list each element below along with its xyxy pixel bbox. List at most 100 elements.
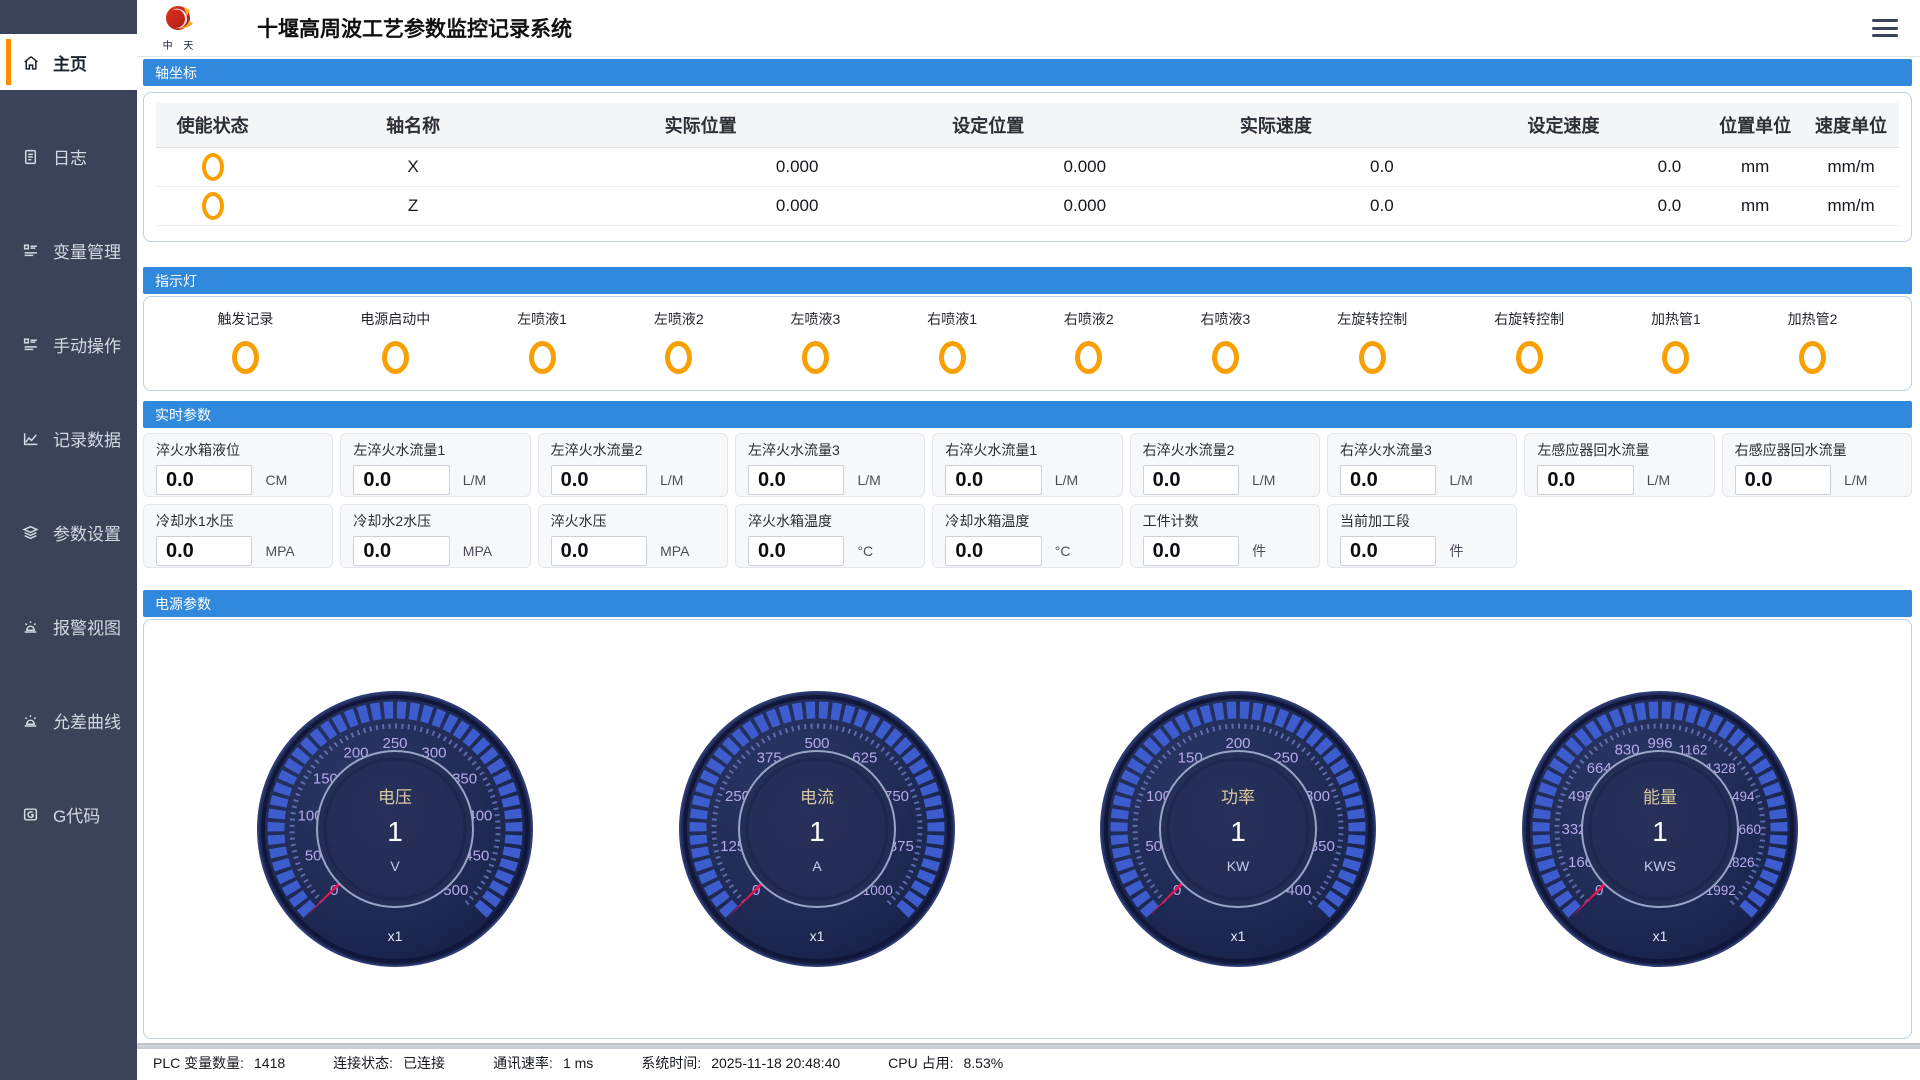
chart-line-icon: [20, 428, 40, 448]
gauge-multiplier: x1: [1653, 928, 1668, 944]
gauge-value: 1: [1652, 816, 1668, 847]
sidebar-item-label: 参数设置: [53, 520, 121, 545]
top-header: 中 天 十堰高周波工艺参数监控记录系统: [137, 0, 1920, 57]
param-value-input[interactable]: [551, 536, 647, 566]
page-title: 十堰高周波工艺参数监控记录系统: [257, 13, 572, 43]
param-value-input[interactable]: [1735, 465, 1831, 495]
param-value-input[interactable]: [1340, 536, 1436, 566]
param-value-input[interactable]: [748, 536, 844, 566]
sidebar-item-params[interactable]: 参数设置: [0, 504, 137, 560]
indicator-item: 右喷液3: [1201, 307, 1251, 384]
status-item-connection: 连接状态:已连接: [333, 1053, 445, 1073]
app-window: 主页日志变量管理手动操作记录数据参数设置报警视图允差曲线 G代码: [0, 0, 1920, 1080]
gauge-multiplier: x1: [1231, 928, 1246, 944]
param-unit: °C: [1055, 543, 1071, 559]
sidebar-item-tolerance[interactable]: 允差曲线: [0, 692, 137, 748]
axis-col-header: 位置单位: [1707, 103, 1803, 147]
hamburger-menu-icon[interactable]: [1872, 18, 1898, 38]
sidebar-item-label: 变量管理: [53, 238, 121, 263]
param-unit: 件: [1252, 541, 1266, 561]
indicator-label: 触发记录: [217, 309, 273, 329]
sidebar-item-alarms[interactable]: 报警视图: [0, 598, 137, 654]
param-value-input[interactable]: [1340, 465, 1436, 495]
gauge-container-power: 050100150200250300350400功率1KWx1: [1095, 686, 1381, 972]
svg-text:996: 996: [1648, 735, 1673, 752]
status-item-cpu: CPU 占用:8.53%: [888, 1053, 1003, 1073]
indicator-lamp-icon: [1799, 341, 1826, 374]
realtime-param-card: 冷却水2水压MPA: [340, 504, 530, 568]
indicator-item: 左旋转控制: [1337, 307, 1407, 384]
param-label: 淬火水箱液位: [156, 440, 322, 460]
indicator-label: 右喷液2: [1064, 309, 1114, 329]
sidebar-item-label: 日志: [53, 144, 87, 169]
indicator-label: 加热管2: [1788, 309, 1838, 329]
main-content: 轴坐标 使能状态轴名称实际位置设定位置实际速度设定速度位置单位速度单位 X0.0…: [137, 57, 1920, 1045]
param-value-input[interactable]: [353, 536, 449, 566]
param-label: 冷却水2水压: [353, 511, 519, 531]
realtime-param-card: 右感应器回水流量L/M: [1722, 433, 1912, 497]
param-value-input[interactable]: [551, 465, 647, 495]
param-value-input[interactable]: [156, 536, 252, 566]
realtime-section-title: 实时参数: [155, 405, 211, 425]
indicator-item: 左喷液2: [654, 307, 704, 384]
axis-table-row: X0.0000.0000.00.0mmmm/m: [156, 147, 1899, 186]
param-value-input[interactable]: [945, 465, 1041, 495]
axis-col-header: 实际速度: [1132, 103, 1420, 147]
sidebar-item-label: 报警视图: [53, 614, 121, 639]
param-unit: L/M: [1252, 472, 1275, 488]
gauge-unit: KWS: [1644, 858, 1676, 874]
gauge-unit: KW: [1227, 858, 1250, 874]
axis-table-row: Z0.0000.0000.00.0mmmm/m: [156, 186, 1899, 225]
status-item-system-time: 系统时间:2025-11-18 20:48:40: [641, 1053, 840, 1073]
sidebar-item-logs[interactable]: 日志: [0, 128, 137, 184]
realtime-param-card: 左淬火水流量1L/M: [340, 433, 530, 497]
indicator-item: 右喷液2: [1064, 307, 1114, 384]
realtime-param-card: 右淬火水流量3L/M: [1327, 433, 1517, 497]
axis-col-header: 速度单位: [1803, 103, 1899, 147]
param-value-input[interactable]: [1143, 536, 1239, 566]
indicator-lamp-icon: [1516, 341, 1543, 374]
param-value-input[interactable]: [1143, 465, 1239, 495]
gauge-value: 1: [387, 816, 403, 847]
list-icon: [20, 240, 40, 260]
sidebar-item-records[interactable]: 记录数据: [0, 410, 137, 466]
gauge-value: 1: [1231, 816, 1247, 847]
axis-col-header: 使能状态: [156, 103, 269, 147]
sidebar-item-home[interactable]: 主页: [0, 34, 137, 90]
realtime-param-card: 左淬火水流量3L/M: [735, 433, 925, 497]
sidebar-item-label: 记录数据: [53, 426, 121, 451]
sidebar-item-manual[interactable]: 手动操作: [0, 316, 137, 372]
indicator-item: 触发记录: [217, 307, 273, 384]
axis-col-header: 设定位置: [844, 103, 1132, 147]
param-value-input[interactable]: [1537, 465, 1633, 495]
param-value-input[interactable]: [748, 465, 844, 495]
param-label: 当前加工段: [1340, 511, 1506, 531]
power-gauge-panel: 050100150200250300350400450500电压1Vx10125…: [143, 619, 1912, 1039]
status-label: 系统时间:: [641, 1053, 701, 1073]
svg-text:200: 200: [1226, 735, 1251, 752]
sidebar-item-variables[interactable]: 变量管理: [0, 222, 137, 278]
gauge-container-current: 01252503755006257508751000电流1Ax1: [674, 686, 960, 972]
axis-table-card: 使能状态轴名称实际位置设定位置实际速度设定速度位置单位速度单位 X0.0000.…: [143, 92, 1912, 242]
indicator-lamp-icon: [232, 341, 259, 374]
alarm-icon: [20, 710, 40, 730]
realtime-param-card: 淬火水箱温度°C: [735, 504, 925, 568]
layers-icon: [20, 522, 40, 542]
param-label: 左淬火水流量3: [748, 440, 914, 460]
param-value-input[interactable]: [156, 465, 252, 495]
gauge-current: 01252503755006257508751000电流1Ax1: [674, 686, 960, 972]
param-label: 冷却水1水压: [156, 511, 322, 531]
status-item-comm-rate: 通讯速率:1 ms: [493, 1053, 593, 1073]
axis-cell: 0.0: [1420, 186, 1708, 225]
param-value-input[interactable]: [945, 536, 1041, 566]
axis-cell: mm/m: [1803, 186, 1899, 225]
sidebar-item-gcode[interactable]: G代码: [0, 786, 137, 842]
gauge-multiplier: x1: [387, 928, 402, 944]
power-section-title: 电源参数: [155, 594, 211, 614]
axis-cell: 0.0: [1420, 147, 1708, 186]
param-value-input[interactable]: [353, 465, 449, 495]
axis-cell: 0.0: [1132, 147, 1420, 186]
indicator-item: 电源启动中: [360, 307, 430, 384]
axis-enable-cell: [156, 147, 269, 186]
param-label: 淬火水压: [551, 511, 717, 531]
